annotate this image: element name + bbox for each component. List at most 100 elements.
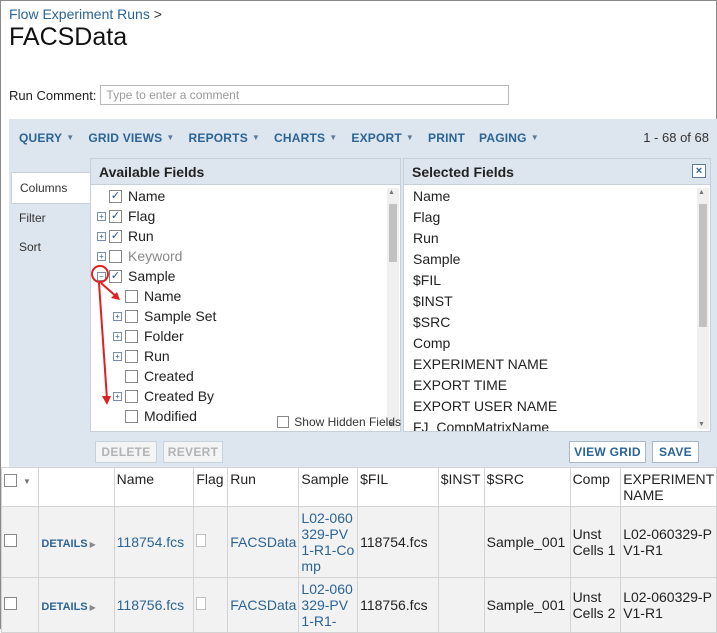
selected-field-row[interactable]: $INST [404,291,696,312]
selected-field-row[interactable]: FJ_CompMatrixName [404,417,696,431]
breadcrumb-link-flow-experiment-runs[interactable]: Flow Experiment Runs [9,6,150,22]
field-checkbox[interactable] [125,369,138,383]
column-header-experiment-name[interactable]: EXPERIMENT NAME [620,467,717,507]
field-checkbox[interactable]: ✓ [109,229,122,243]
show-hidden-fields-checkbox[interactable] [277,416,290,428]
column-header-comp[interactable]: Comp [569,467,622,507]
field-checkbox[interactable] [125,309,138,323]
selected-field-row[interactable]: Name [404,186,696,207]
charts-menu-button[interactable]: CHARTS ▼ [274,131,337,145]
available-field-row[interactable]: + Folder [91,326,386,346]
selected-field-row[interactable]: Flag [404,207,696,228]
column-header-flag[interactable]: Flag [193,467,229,507]
expand-icon[interactable]: + [113,331,122,341]
selected-field-row[interactable]: EXPORT TIME [404,375,696,396]
details-link[interactable]: DETAILS ▶ [41,601,95,613]
available-field-row[interactable]: + ✓ Run [91,226,386,246]
selected-field-row[interactable]: $FIL [404,270,696,291]
scrollbar-thumb[interactable] [389,204,397,262]
delete-button[interactable]: DELETE [95,441,157,463]
selected-field-row[interactable]: Run [404,228,696,249]
run-comment-input[interactable] [100,85,510,105]
expand-icon[interactable]: + [113,351,122,361]
column-header-fil[interactable]: $FIL [357,467,439,507]
column-header-inst[interactable]: $INST [437,467,485,507]
column-header-run[interactable]: Run [227,467,300,507]
available-field-row[interactable]: Created [91,366,386,386]
column-header-name[interactable]: Name [113,467,195,507]
field-checkbox[interactable] [125,329,138,343]
field-checkbox[interactable] [125,349,138,363]
name-link[interactable]: 118754.fcs [117,534,184,550]
scroll-up-icon[interactable]: ▲ [388,189,395,196]
selected-field-row[interactable]: $SRC [404,312,696,333]
sample-link[interactable]: L02-060329-PV1-R1-Comp [301,510,354,574]
available-fields-title: Available Fields [91,159,400,185]
expand-icon[interactable]: + [97,231,106,241]
name-link[interactable]: 118756.fcs [117,597,184,613]
tab-filter[interactable]: Filter [11,203,93,233]
column-header-src[interactable]: $SRC [483,467,571,507]
available-field-row[interactable]: + ✓ Flag [91,206,386,226]
field-checkbox[interactable]: ✓ [109,269,122,283]
available-field-row[interactable]: + Run [91,346,386,366]
available-field-row[interactable]: + Sample Set [91,306,386,326]
sample-link[interactable]: L02-060329-PV1-R1- [301,581,352,629]
expand-icon[interactable]: + [113,391,122,401]
field-checkbox[interactable] [125,289,138,303]
tab-columns[interactable]: Columns [11,172,93,204]
scroll-up-icon[interactable]: ▲ [698,189,705,196]
available-field-row[interactable]: + Keyword [91,246,386,266]
expand-icon[interactable]: + [97,211,106,221]
available-fields-scrollbar[interactable]: ▲ ▼ [387,188,399,429]
name-cell: 118754.fcs [113,506,195,578]
field-label: Modified [144,408,197,424]
selected-fields-header: Selected Fields × [404,159,710,185]
selected-field-row[interactable]: Sample [404,249,696,270]
grid-views-menu-button[interactable]: GRID VIEWS ▼ [88,131,174,145]
run-link[interactable]: FACSData [230,534,296,550]
scroll-down-icon[interactable]: ▼ [698,421,705,428]
field-checkbox[interactable]: ✓ [109,189,122,203]
paging-menu-button[interactable]: PAGING ▼ [479,131,539,145]
print-button[interactable]: PRINT [428,131,465,145]
field-checkbox[interactable]: ✓ [109,209,122,223]
details-link[interactable]: DETAILS ▶ [41,538,95,550]
selected-field-row[interactable]: EXPERIMENT NAME [404,354,696,375]
flag-icon[interactable] [196,534,207,547]
run-link[interactable]: FACSData [230,597,296,613]
query-menu-button[interactable]: QUERY ▼ [19,131,74,145]
scrollbar-thumb[interactable] [699,204,707,327]
row-checkbox[interactable] [4,534,17,547]
collapse-icon[interactable]: − [97,271,106,281]
field-checkbox[interactable] [125,389,138,403]
select-all-checkbox[interactable] [4,473,17,487]
selected-field-row[interactable]: Comp [404,333,696,354]
save-button[interactable]: SAVE [652,441,699,463]
field-label: Flag [128,208,156,224]
view-grid-button[interactable]: VIEW GRID [569,441,646,463]
selected-field-row[interactable]: EXPORT USER NAME [404,396,696,417]
close-icon[interactable]: × [692,164,706,178]
row-select-cell [0,506,40,578]
expand-icon[interactable]: + [113,311,122,321]
flag-icon[interactable] [196,597,207,610]
available-field-row[interactable]: Name [91,286,386,306]
selected-fields-scrollbar[interactable]: ▲ ▼ [697,188,709,429]
select-all-header[interactable]: ▼ [0,467,40,507]
show-hidden-fields[interactable]: Show Hidden Fields [277,415,401,429]
column-header-sample[interactable]: Sample [298,467,359,507]
tab-sort[interactable]: Sort [11,232,93,262]
reports-menu-button[interactable]: REPORTS ▼ [189,131,261,145]
available-field-row[interactable]: + Created By [91,386,386,406]
row-checkbox[interactable] [4,597,17,610]
field-checkbox[interactable] [109,249,122,263]
run-cell: FACSData [227,577,300,633]
revert-button[interactable]: REVERT [163,441,223,463]
expand-icon[interactable]: + [97,251,106,261]
export-menu-button[interactable]: EXPORT ▼ [351,131,414,145]
field-checkbox[interactable] [125,409,138,423]
chevron-down-icon[interactable]: ▼ [23,477,31,486]
available-field-row[interactable]: − ✓ Sample [91,266,386,286]
available-field-row[interactable]: ✓ Name [91,186,386,206]
